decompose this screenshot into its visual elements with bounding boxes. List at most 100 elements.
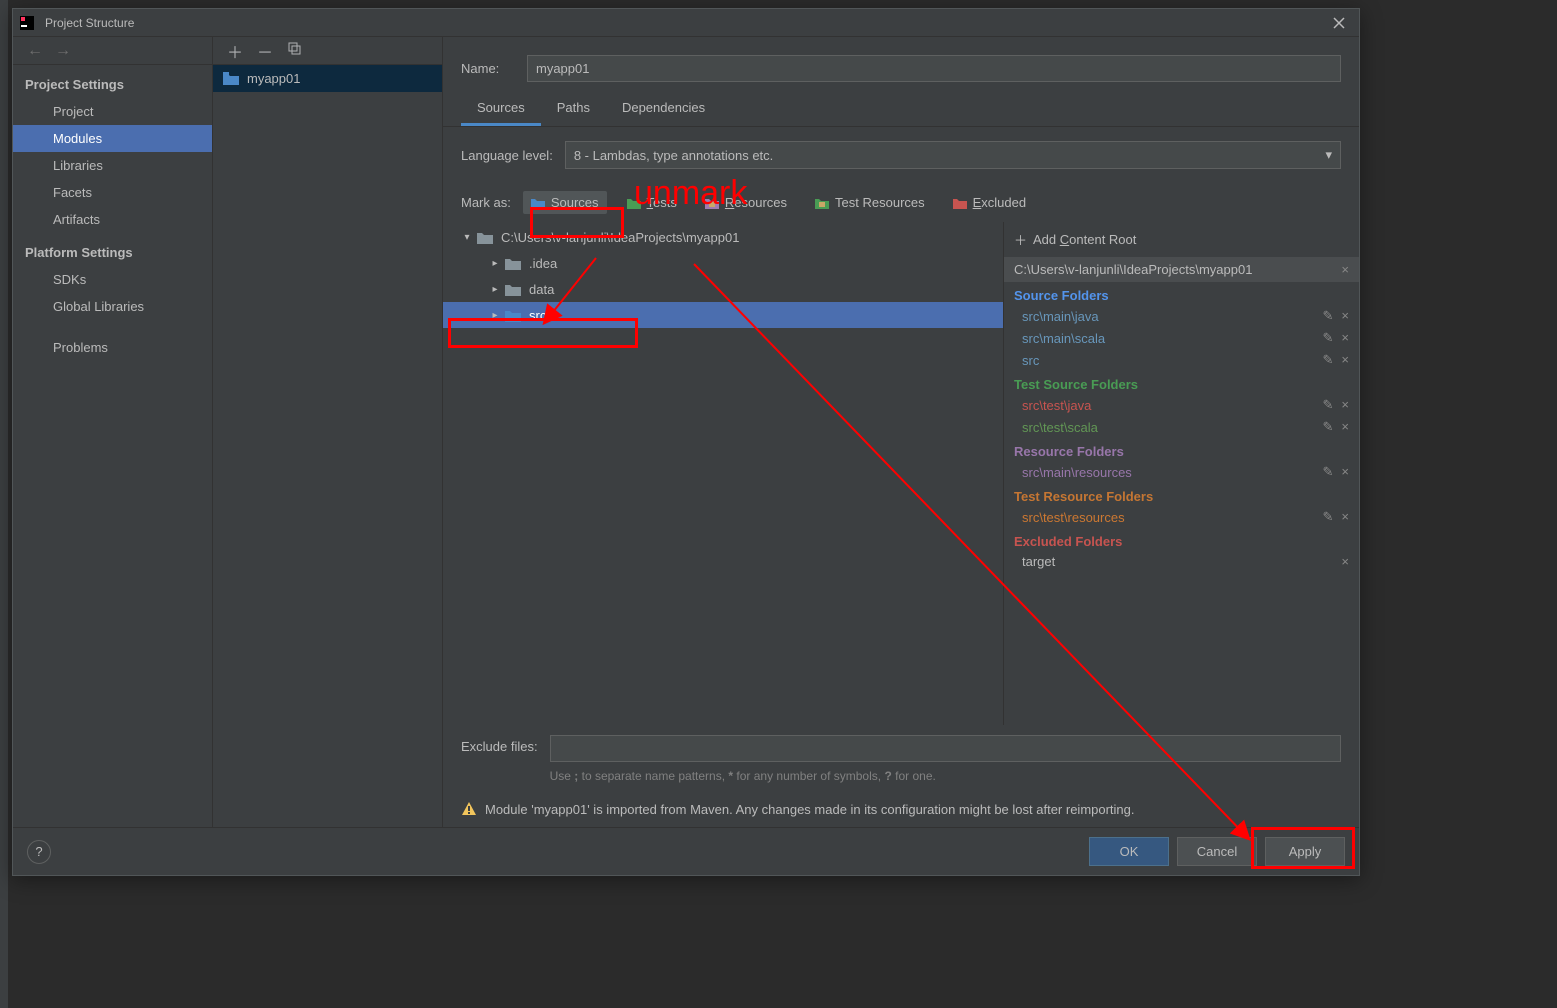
content-root-header: C:\Users\v-lanjunli\IdeaProjects\myapp01… (1004, 257, 1359, 282)
module-folder-icon (223, 72, 239, 85)
module-list-panel: ＋ － myapp01 (213, 37, 443, 827)
excluded-folder-icon (953, 197, 967, 209)
expand-icon[interactable]: ▸ (489, 258, 501, 269)
edit-icon[interactable]: ✎ (1323, 330, 1334, 346)
language-level-label: Language level: (461, 148, 553, 163)
module-name-input[interactable] (527, 55, 1341, 82)
tab-dependencies[interactable]: Dependencies (606, 92, 721, 126)
close-icon[interactable] (1325, 9, 1353, 37)
sidebar-item-problems[interactable]: Problems (13, 334, 212, 361)
folder-icon (477, 231, 493, 244)
src-main-resources[interactable]: src\main\resources (1022, 465, 1132, 480)
sidebar-item-sdks[interactable]: SDKs (13, 266, 212, 293)
remove-icon[interactable]: × (1341, 554, 1349, 569)
test-resource-folders-heading: Test Resource Folders (1004, 483, 1359, 506)
src-main-java[interactable]: src\main\java (1022, 309, 1099, 324)
settings-sidebar: ← → Project Settings Project Modules Lib… (13, 37, 213, 827)
test-resources-folder-icon (815, 197, 829, 209)
mark-sources-button[interactable]: Sources (523, 191, 607, 214)
test-source-folders-heading: Test Source Folders (1004, 371, 1359, 394)
src-test-scala[interactable]: src\test\scala (1022, 420, 1098, 435)
sidebar-item-modules[interactable]: Modules (13, 125, 212, 152)
platform-settings-heading: Platform Settings (13, 233, 212, 266)
sidebar-item-project[interactable]: Project (13, 98, 212, 125)
sources-folder-icon (505, 309, 521, 322)
expand-icon[interactable]: ▸ (489, 284, 501, 295)
edit-icon[interactable]: ✎ (1323, 419, 1334, 435)
mark-test-resources-button[interactable]: Test Resources (807, 191, 933, 214)
cancel-button[interactable]: Cancel (1177, 837, 1257, 866)
plus-icon: ＋ (1014, 230, 1027, 249)
tab-sources[interactable]: Sources (461, 92, 541, 126)
mark-as-label: Mark as: (461, 195, 511, 210)
tree-root[interactable]: ▾ C:\Users\v-lanjunli\IdeaProjects\myapp… (443, 224, 1003, 250)
apply-button[interactable]: Apply (1265, 837, 1345, 866)
expand-icon[interactable]: ▸ (489, 310, 501, 321)
nav-forward-icon[interactable]: → (55, 42, 71, 60)
expand-icon[interactable]: ▾ (461, 232, 473, 243)
tree-data[interactable]: ▸ data (443, 276, 1003, 302)
module-item-myapp01[interactable]: myapp01 (213, 65, 442, 92)
language-level-select[interactable]: 8 - Lambdas, type annotations etc. ▾ (565, 141, 1341, 169)
warning-icon (461, 801, 477, 817)
exclude-files-hint: Use ; to separate name patterns, * for a… (550, 768, 1341, 785)
remove-icon[interactable]: × (1341, 308, 1349, 324)
target-folder[interactable]: target (1022, 554, 1055, 569)
remove-icon[interactable]: × (1341, 397, 1349, 413)
select-chevron-icon: ▾ (1325, 147, 1332, 163)
help-button[interactable]: ? (27, 840, 51, 864)
tree-src[interactable]: ▸ src (443, 302, 1003, 328)
content-tree[interactable]: ▾ C:\Users\v-lanjunli\IdeaProjects\myapp… (443, 222, 1003, 725)
module-editor: Name: Sources Paths Dependencies Languag… (443, 37, 1359, 827)
edit-icon[interactable]: ✎ (1323, 509, 1334, 525)
nav-arrows: ← → (13, 37, 212, 65)
edit-icon[interactable]: ✎ (1323, 352, 1334, 368)
content-roots-panel: ＋ Add Content Root C:\Users\v-lanjunli\I… (1003, 222, 1359, 725)
tree-idea[interactable]: ▸ .idea (443, 250, 1003, 276)
module-item-label: myapp01 (247, 71, 300, 86)
annotation-unmark-text: unmark (634, 174, 747, 213)
titlebar: Project Structure (13, 9, 1359, 37)
add-module-icon[interactable]: ＋ (227, 39, 243, 63)
remove-icon[interactable]: × (1341, 419, 1349, 435)
remove-module-icon[interactable]: － (257, 39, 273, 63)
exclude-files-label: Exclude files: (461, 735, 538, 754)
sidebar-item-global-libraries[interactable]: Global Libraries (13, 293, 212, 320)
sources-folder-icon (531, 197, 545, 209)
excluded-folders-heading: Excluded Folders (1004, 528, 1359, 551)
warning-text: Module 'myapp01' is imported from Maven.… (485, 802, 1135, 817)
edit-icon[interactable]: ✎ (1323, 464, 1334, 480)
add-content-root-button[interactable]: ＋ Add Content Root (1004, 222, 1359, 257)
folder-icon (505, 257, 521, 270)
ok-button[interactable]: OK (1089, 837, 1169, 866)
exclude-files-input[interactable] (550, 735, 1341, 762)
remove-content-root-icon[interactable]: × (1341, 262, 1349, 277)
sidebar-item-libraries[interactable]: Libraries (13, 152, 212, 179)
src-main-scala[interactable]: src\main\scala (1022, 331, 1105, 346)
src-test-java[interactable]: src\test\java (1022, 398, 1091, 413)
name-label: Name: (461, 61, 511, 76)
intellij-icon (19, 15, 35, 31)
tab-paths[interactable]: Paths (541, 92, 606, 126)
remove-icon[interactable]: × (1341, 352, 1349, 368)
sidebar-item-artifacts[interactable]: Artifacts (13, 206, 212, 233)
resource-folders-heading: Resource Folders (1004, 438, 1359, 461)
project-structure-dialog: Project Structure ← → Project Settings P… (12, 8, 1360, 876)
remove-icon[interactable]: × (1341, 464, 1349, 480)
edit-icon[interactable]: ✎ (1323, 308, 1334, 324)
copy-module-icon[interactable] (287, 41, 301, 60)
remove-icon[interactable]: × (1341, 509, 1349, 525)
project-settings-heading: Project Settings (13, 65, 212, 98)
source-folders-heading: Source Folders (1004, 282, 1359, 305)
edit-icon[interactable]: ✎ (1323, 397, 1334, 413)
remove-icon[interactable]: × (1341, 330, 1349, 346)
language-level-value: 8 - Lambdas, type annotations etc. (574, 148, 773, 163)
sidebar-item-facets[interactable]: Facets (13, 179, 212, 206)
window-title: Project Structure (45, 16, 1325, 30)
src-test-resources[interactable]: src\test\resources (1022, 510, 1125, 525)
dialog-footer: ? OK Cancel Apply (13, 827, 1359, 875)
mark-excluded-button[interactable]: Excluded (945, 191, 1034, 214)
nav-back-icon[interactable]: ← (27, 42, 43, 60)
folder-icon (505, 283, 521, 296)
src-folder[interactable]: src (1022, 353, 1039, 368)
